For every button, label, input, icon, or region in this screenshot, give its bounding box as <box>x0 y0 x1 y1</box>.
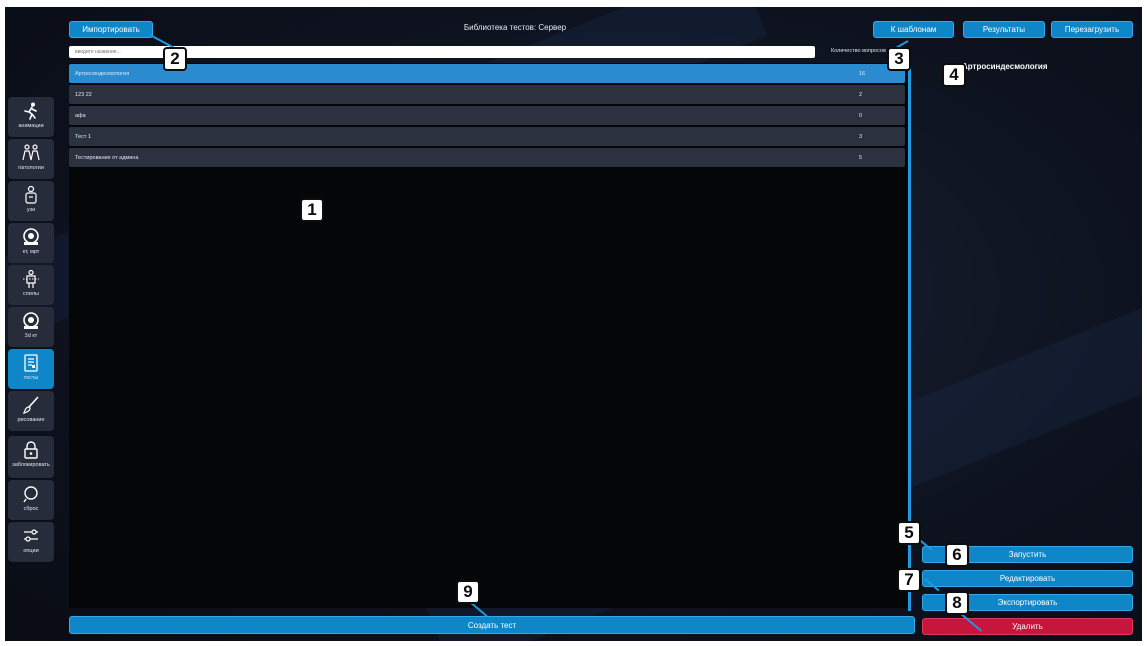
body-pair-icon <box>22 144 40 161</box>
test-question-count: 3 <box>859 133 863 140</box>
question-count-header: Количество вопросов <box>831 48 886 54</box>
sidebar-item-reset[interactable]: сброс <box>8 480 54 520</box>
sidebar-item-animations[interactable]: анимации <box>8 97 54 137</box>
sidebar-item-label: сброс <box>23 506 39 512</box>
running-person-icon <box>24 102 37 120</box>
sidebar-item-label: патологии <box>18 165 44 171</box>
test-question-count: 16 <box>859 70 866 77</box>
test-name: афа <box>75 112 86 119</box>
results-button[interactable]: Результаты <box>963 21 1045 38</box>
sidebar-item-label: заблокировать <box>12 462 50 468</box>
table-row[interactable]: Артросиндесмология 16 <box>69 64 905 83</box>
sidebar-item-label: рисование <box>17 417 45 423</box>
import-button[interactable]: Импортировать <box>69 21 153 38</box>
delete-button[interactable]: Удалить <box>922 618 1133 635</box>
test-name: 123 22 <box>75 91 92 98</box>
sidebar-item-options[interactable]: опции <box>8 522 54 562</box>
callout-badge-7: 7 <box>897 568 921 592</box>
lock-icon <box>24 441 38 459</box>
sidebar-item-label: 3d кт <box>24 333 38 339</box>
callout-badge-6: 6 <box>945 543 969 567</box>
sidebar-item-slices[interactable]: спилы <box>8 265 54 305</box>
table-row[interactable]: Тестирование от админа 5 <box>69 148 905 167</box>
sidebar-item-label: тесты <box>23 375 39 381</box>
sidebar-item-lock[interactable]: заблокировать <box>8 436 54 478</box>
callout-badge-3: 3 <box>887 47 911 71</box>
sidebar-item-label: узи <box>26 207 36 213</box>
selected-test-title: Артросиндесмология <box>962 62 1048 71</box>
edit-button[interactable]: Редактировать <box>922 570 1133 587</box>
reload-button[interactable]: Перезагрузить <box>1051 21 1133 38</box>
test-question-count: 5 <box>859 154 863 161</box>
callout-badge-2: 2 <box>163 47 187 71</box>
callout-badge-4: 4 <box>942 63 966 87</box>
ct-scanner-icon <box>23 312 39 329</box>
test-question-count: 0 <box>859 112 863 119</box>
sidebar-item-3d-ct[interactable]: 3d кт <box>8 307 54 347</box>
table-row[interactable]: афа 0 <box>69 106 905 125</box>
callout-badge-8: 8 <box>945 591 969 615</box>
callout-badge-9: 9 <box>456 580 480 604</box>
test-name: Тест 1 <box>75 133 91 140</box>
sidebar-item-drawing[interactable]: рисование <box>8 391 54 431</box>
sidebar-item-ultrasound[interactable]: узи <box>8 181 54 221</box>
page-title: Библиотека тестов: Сервер <box>463 23 567 32</box>
slice-body-icon <box>23 269 39 288</box>
test-name: Артросиндесмология <box>75 70 130 77</box>
test-question-count: 2 <box>859 91 863 98</box>
sidebar-item-pathologies[interactable]: патологии <box>8 139 54 179</box>
table-row[interactable]: 123 22 2 <box>69 85 905 104</box>
callout-badge-5: 5 <box>897 521 921 545</box>
sidebar-item-label: кт, мрт <box>22 249 40 255</box>
test-document-icon <box>24 354 38 372</box>
sidebar-item-tests[interactable]: тесты <box>8 349 54 389</box>
table-row[interactable]: Тест 1 3 <box>69 127 905 146</box>
sliders-icon <box>24 529 38 542</box>
create-test-button[interactable]: Создать тест <box>69 616 915 634</box>
sidebar-item-label: опции <box>23 548 39 554</box>
test-name: Тестирование от админа <box>75 154 139 161</box>
sidebar-item-label: спилы <box>23 291 39 297</box>
reset-icon <box>23 486 38 503</box>
sidebar-item-ct-mri[interactable]: кт, мрт <box>8 223 54 263</box>
callout-badge-1: 1 <box>300 198 324 222</box>
brush-icon <box>23 396 39 414</box>
templates-button[interactable]: К шаблонам <box>873 21 954 38</box>
sidebar-item-label: анимации <box>18 123 44 129</box>
ct-scanner-icon <box>23 228 39 245</box>
ultrasound-person-icon <box>25 185 37 204</box>
